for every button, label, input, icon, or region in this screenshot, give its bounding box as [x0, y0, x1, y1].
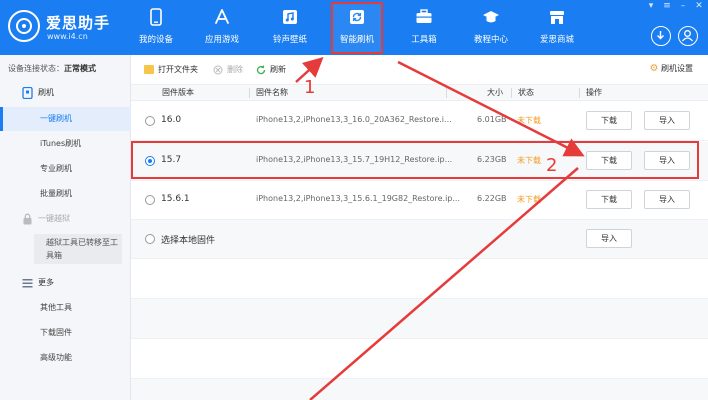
refresh-label: 刷新: [270, 65, 286, 74]
top-bar: 爱思助手 www.i4.cn 我的设备 应用游戏 铃声壁纸 智能刷机 工具箱 教…: [0, 0, 708, 55]
flash-settings-label: 刷机设置: [661, 64, 693, 73]
sidebar-item-one-click-flash[interactable]: 一键刷机: [0, 107, 131, 131]
device-status: 设备连接状态：正常模式: [8, 63, 96, 74]
jailbreak-moved-note: 越狱工具已转移至工具箱: [34, 234, 122, 264]
table-row[interactable]: 15.6.1 iPhone13,2,iPhone13,3_15.6.1_19G8…: [131, 181, 708, 220]
firmware-name: iPhone13,2,iPhone13,3_16.0_20A362_Restor…: [256, 115, 452, 124]
shop-icon: [550, 11, 564, 24]
local-firmware-radio[interactable]: [145, 234, 155, 244]
delete-icon: [213, 65, 223, 75]
sidebar-item-pro-flash[interactable]: 专业刷机: [0, 157, 131, 181]
import-button[interactable]: 导入: [644, 190, 690, 209]
sidebar-section-label: 更多: [38, 278, 54, 287]
firmware-version: 16.0: [161, 115, 182, 125]
gear-icon: ⚙: [649, 63, 659, 74]
list-icon: [22, 279, 33, 288]
flash-settings-button[interactable]: ⚙ 刷机设置: [649, 63, 693, 74]
table-header: 固件版本 固件名称 大小 状态 操作: [131, 85, 708, 101]
import-button[interactable]: 导入: [644, 111, 690, 130]
nav-tutorials[interactable]: 教程中心: [465, 5, 517, 51]
col-action: 操作: [586, 88, 602, 97]
firmware-radio[interactable]: [145, 195, 155, 205]
table-row[interactable]: 16.0 iPhone13,2,iPhone13,3_16.0_20A362_R…: [131, 102, 708, 141]
minimize-icon[interactable]: –: [675, 0, 691, 14]
col-status: 状态: [518, 88, 534, 97]
empty-row: [131, 299, 708, 339]
nav-label: 爱思商城: [539, 35, 574, 45]
logo-icon: [8, 10, 40, 42]
annotation-number-1: 1: [304, 77, 316, 98]
firmware-radio[interactable]: [145, 116, 155, 126]
nav-label: 工具箱: [411, 35, 437, 45]
annotation-number-2: 2: [546, 155, 558, 176]
annotation-box-nav: [331, 2, 383, 54]
sidebar-section-label: 刷机: [38, 88, 54, 97]
status-label: 设备连接状态：: [8, 64, 64, 73]
local-firmware-label: 选择本地固件: [161, 236, 216, 246]
delete-label: 删除: [227, 65, 243, 74]
download-icon[interactable]: [651, 26, 671, 46]
sidebar-item-batch-flash[interactable]: 批量刷机: [0, 182, 131, 206]
empty-row: [131, 379, 708, 400]
import-button[interactable]: 导入: [586, 229, 632, 248]
user-icon[interactable]: [678, 26, 698, 46]
empty-row: [131, 259, 708, 299]
download-button[interactable]: 下载: [586, 111, 632, 130]
nav-label: 应用游戏: [204, 35, 239, 45]
firmware-status: 未下载: [517, 116, 541, 125]
graduation-cap-icon: [483, 11, 499, 23]
lock-icon: [23, 213, 32, 225]
toolbox-icon: [416, 9, 432, 23]
app-name: 爱思助手: [46, 14, 111, 32]
nav-my-device[interactable]: 我的设备: [130, 5, 182, 51]
annotation-box-row: [131, 141, 699, 179]
menu-icon[interactable]: ≡: [659, 0, 675, 14]
nav-toolbox[interactable]: 工具箱: [398, 5, 450, 51]
flash-phone-icon: [22, 87, 33, 99]
folder-icon: [144, 65, 154, 74]
open-folder-button[interactable]: 打开文件夹: [144, 63, 198, 77]
close-icon[interactable]: ✕: [691, 0, 707, 14]
refresh-button[interactable]: 刷新: [256, 63, 286, 77]
app-store-icon: [215, 9, 229, 24]
sidebar-item-advanced[interactable]: 高级功能: [0, 346, 131, 370]
col-version: 固件版本: [162, 88, 194, 97]
firmware-version: 15.6.1: [161, 194, 190, 204]
table-row-local[interactable]: 选择本地固件 导入: [131, 220, 708, 259]
open-folder-label: 打开文件夹: [158, 65, 198, 74]
skin-icon[interactable]: ▾: [643, 0, 659, 14]
sidebar-item-download-firmware[interactable]: 下载固件: [0, 321, 131, 345]
music-icon: [283, 10, 297, 24]
sidebar-section-flash[interactable]: 刷机: [0, 81, 131, 105]
nav-shop[interactable]: 爱思商城: [531, 5, 583, 51]
logo: 爱思助手 www.i4.cn: [8, 8, 138, 46]
nav-label: 我的设备: [138, 35, 173, 45]
nav-label: 铃声壁纸: [272, 35, 307, 45]
empty-row: [131, 339, 708, 379]
col-size: 大小: [487, 88, 503, 97]
sidebar-section-label: 一键越狱: [38, 214, 70, 223]
sidebar: 设备连接状态：正常模式 刷机 一键刷机 iTunes刷机 专业刷机 批量刷机 一…: [0, 55, 131, 400]
col-name: 固件名称: [256, 88, 288, 97]
toolbar: 打开文件夹 删除 刷新 ⚙ 刷机设置: [131, 55, 708, 85]
nav-label: 教程中心: [473, 35, 508, 45]
firmware-size: 6.22GB: [477, 194, 507, 203]
nav-apps-games[interactable]: 应用游戏: [196, 5, 248, 51]
firmware-status: 未下载: [517, 195, 541, 204]
sidebar-item-itunes-flash[interactable]: iTunes刷机: [0, 132, 131, 156]
app-url: www.i4.cn: [47, 32, 88, 41]
firmware-size: 6.01GB: [477, 115, 507, 124]
nav-ringtones[interactable]: 铃声壁纸: [264, 5, 316, 51]
status-value: 正常模式: [64, 64, 96, 73]
refresh-green-icon: [256, 65, 266, 75]
sidebar-item-other-tools[interactable]: 其他工具: [0, 296, 131, 320]
delete-button[interactable]: 删除: [213, 63, 243, 77]
sidebar-section-more[interactable]: 更多: [0, 271, 131, 295]
download-button[interactable]: 下载: [586, 190, 632, 209]
phone-icon: [150, 8, 162, 26]
sidebar-section-jailbreak: 一键越狱: [0, 207, 131, 231]
firmware-name: iPhone13,2,iPhone13,3_15.6.1_19G82_Resto…: [256, 194, 461, 203]
